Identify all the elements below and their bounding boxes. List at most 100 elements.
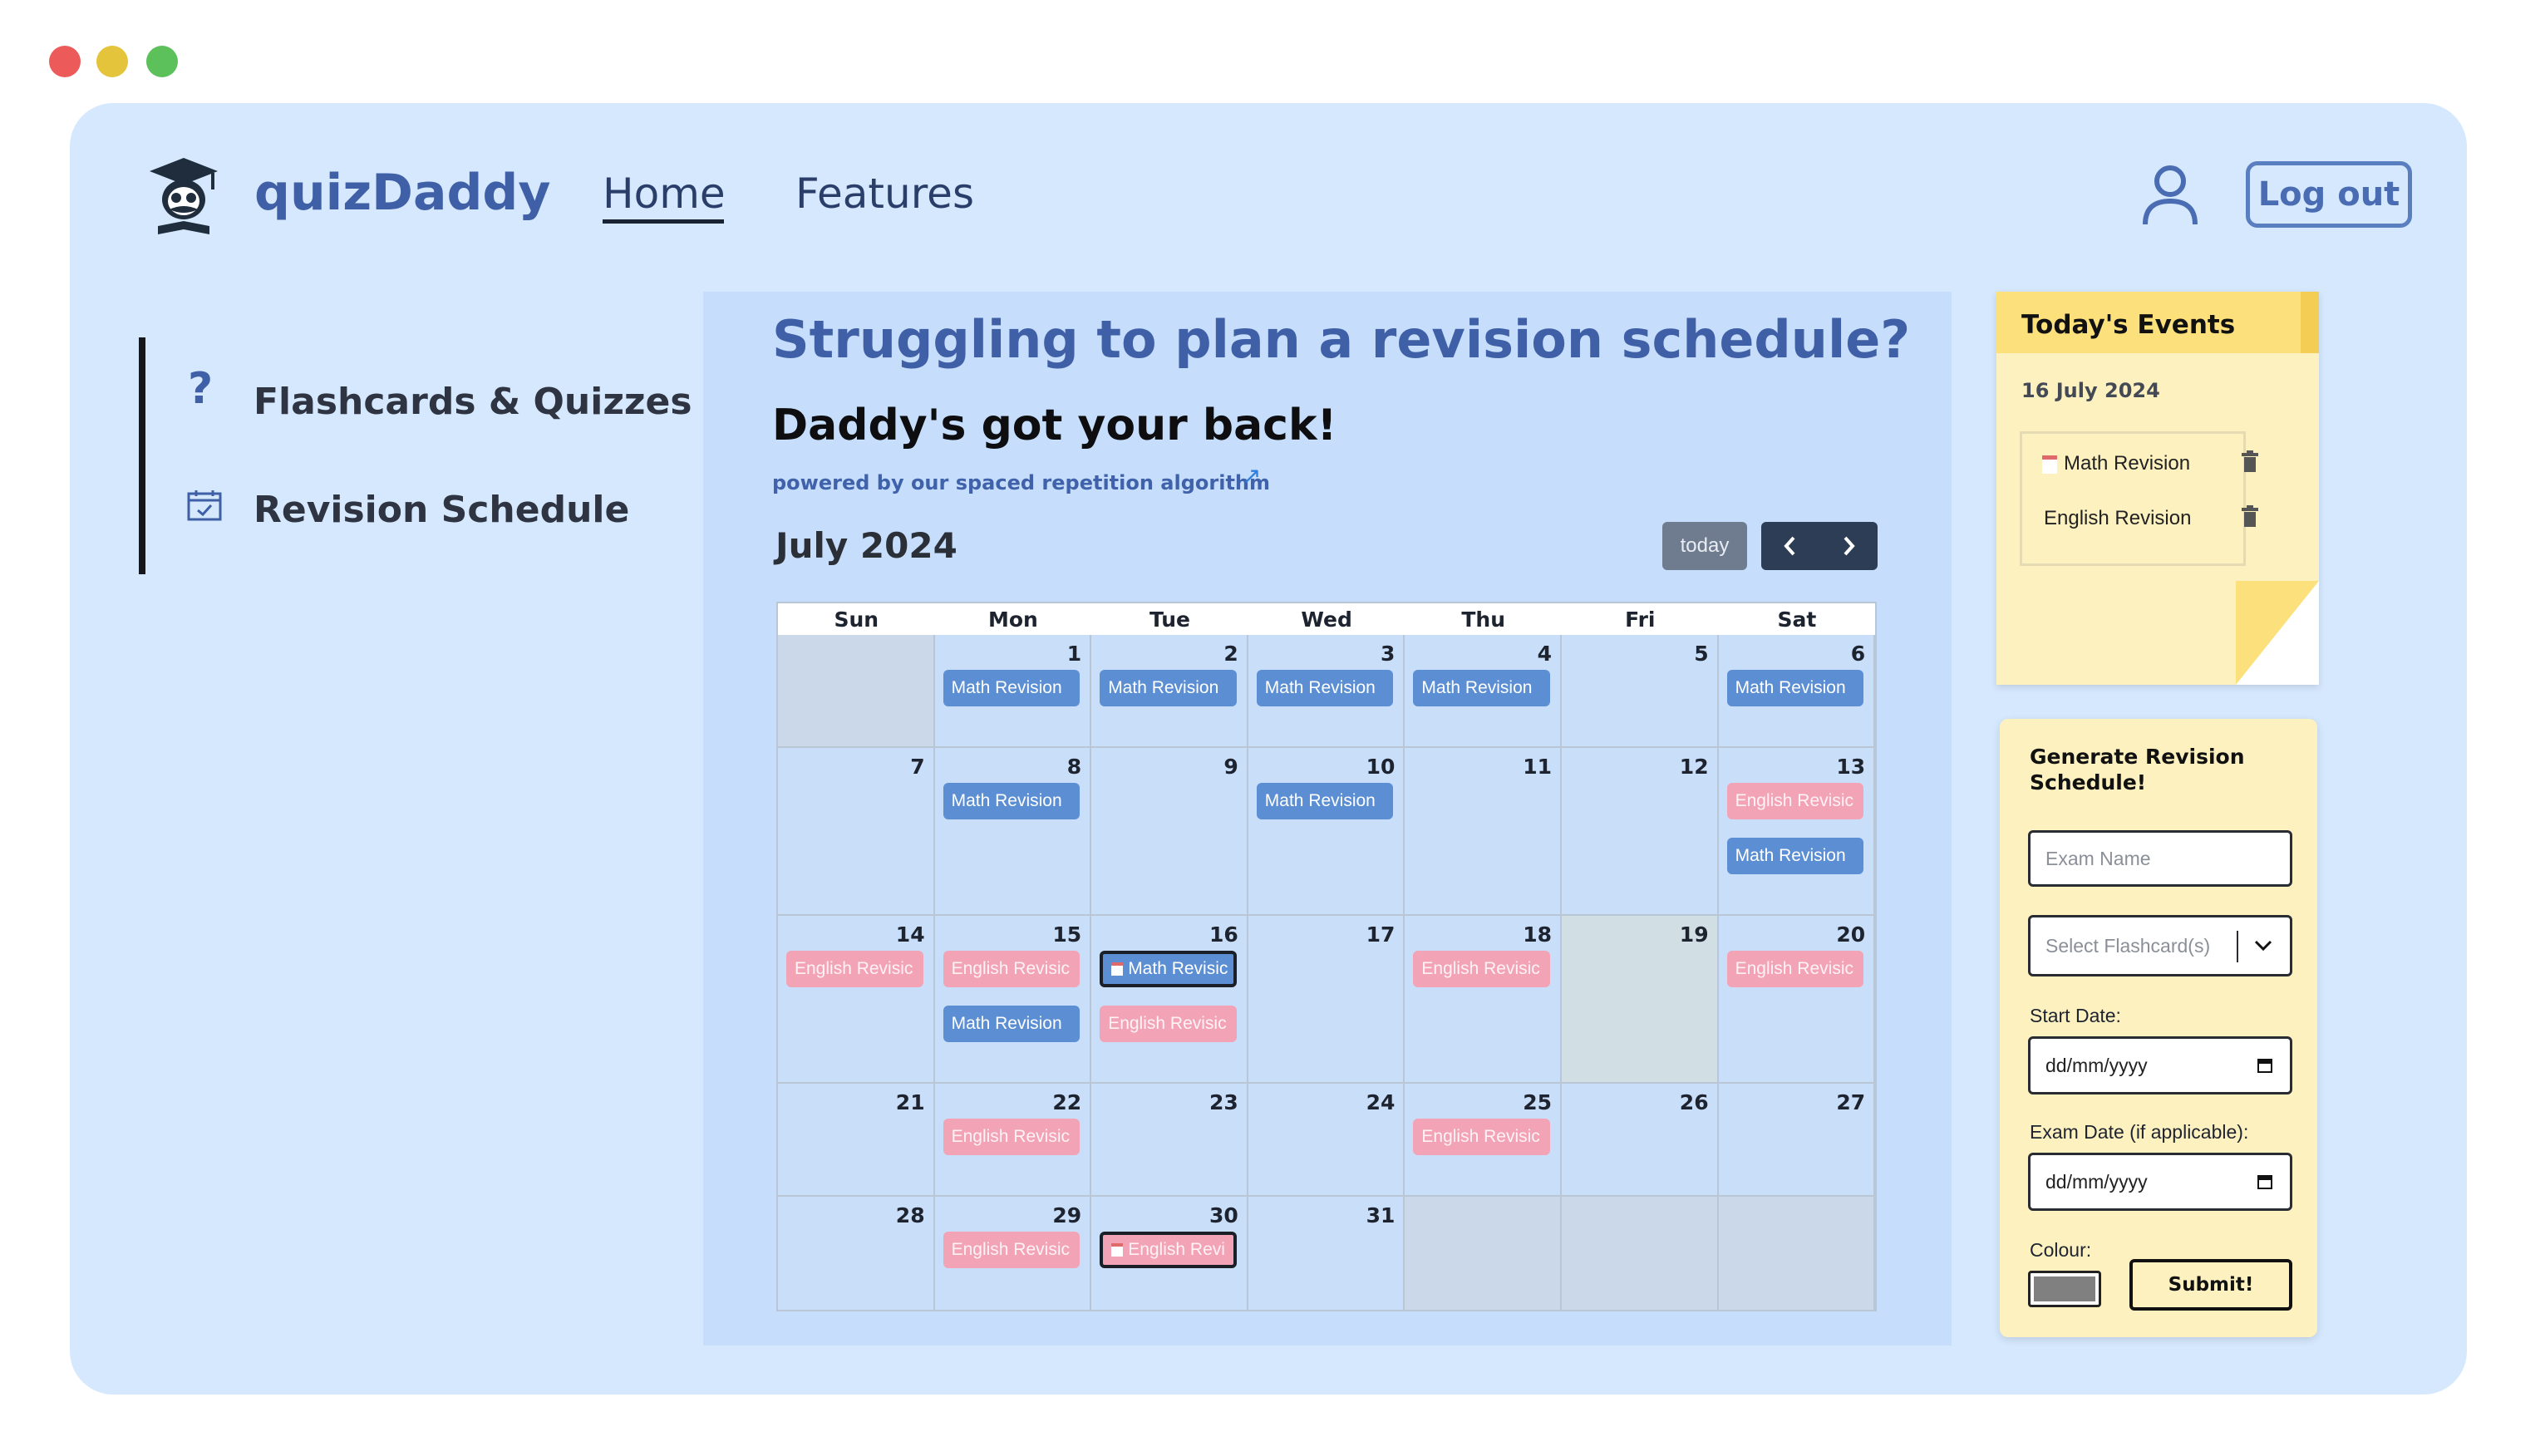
day-number[interactable]: 28 xyxy=(896,1203,925,1227)
today-event-item[interactable]: Math Revision xyxy=(2064,452,2190,475)
calendar-day-cell[interactable]: 31 xyxy=(1248,1197,1405,1311)
calendar-day-cell[interactable]: 15 English Revisic Math Revision xyxy=(934,916,1092,1084)
calendar-day-cell[interactable]: 12 xyxy=(1562,748,1719,916)
day-number[interactable]: 11 xyxy=(1523,755,1552,779)
day-number[interactable]: 26 xyxy=(1680,1090,1709,1114)
colour-picker[interactable] xyxy=(2028,1271,2101,1307)
day-number[interactable]: 24 xyxy=(1366,1090,1396,1114)
day-number[interactable]: 7 xyxy=(910,755,924,779)
nav-features[interactable]: Features xyxy=(795,170,974,218)
window-minimize-button[interactable] xyxy=(96,46,128,77)
calendar-day-cell[interactable]: 19 xyxy=(1562,916,1719,1084)
calendar-day-cell[interactable]: 9 xyxy=(1091,748,1248,916)
calendar-event[interactable]: English Revisic xyxy=(1726,783,1864,819)
trash-icon[interactable] xyxy=(2240,450,2260,474)
day-number[interactable]: 3 xyxy=(1381,642,1395,666)
today-button[interactable]: today xyxy=(1662,522,1747,570)
calendar-event[interactable]: English Revisic xyxy=(943,1119,1081,1155)
calendar-day-cell[interactable]: 18 English Revisic xyxy=(1405,916,1562,1084)
calendar-day-cell[interactable]: 16 Math Revisic English Revisic xyxy=(1091,916,1248,1084)
calendar-event[interactable]: English Revisic xyxy=(1100,1006,1237,1042)
calendar-day-cell[interactable]: 20 English Revisic xyxy=(1718,916,1876,1084)
calendar-day-cell[interactable]: 8 Math Revision xyxy=(934,748,1092,916)
start-date-input[interactable]: dd/mm/yyyy xyxy=(2028,1036,2292,1094)
exam-name-input[interactable]: Exam Name xyxy=(2028,830,2292,887)
day-number[interactable]: 5 xyxy=(1694,642,1708,666)
day-number[interactable]: 16 xyxy=(1209,922,1238,947)
calendar-event[interactable]: Math Revisic xyxy=(1100,951,1237,987)
day-number[interactable]: 8 xyxy=(1067,755,1081,779)
day-number[interactable]: 9 xyxy=(1223,755,1238,779)
calendar-event[interactable]: English Revisic xyxy=(1413,1119,1550,1155)
day-number[interactable]: 14 xyxy=(896,922,925,947)
prev-month-button[interactable] xyxy=(1761,522,1819,570)
calendar-event[interactable]: English Revisic xyxy=(1726,951,1864,987)
calendar-day-cell[interactable]: 7 xyxy=(778,748,935,916)
powered-by-link[interactable]: powered by our spaced repetition algorit… xyxy=(772,471,1270,494)
calendar-day-cell[interactable] xyxy=(1718,1197,1876,1311)
calendar-event[interactable]: Math Revision xyxy=(943,1006,1081,1042)
logout-button[interactable]: Log out xyxy=(2246,161,2412,228)
calendar-event[interactable]: English Revisic xyxy=(1413,951,1550,987)
day-number[interactable]: 1 xyxy=(1067,642,1081,666)
calendar-day-cell[interactable]: 28 xyxy=(778,1197,935,1311)
chevron-down-icon[interactable] xyxy=(2253,937,2273,954)
calendar-day-cell[interactable] xyxy=(1405,1197,1562,1311)
calendar-day-cell[interactable]: 30 English Revi xyxy=(1091,1197,1248,1311)
day-number[interactable]: 6 xyxy=(1851,642,1865,666)
calendar-day-cell[interactable]: 27 xyxy=(1718,1084,1876,1197)
sidebar-item-flashcards[interactable]: Flashcards & Quizzes xyxy=(254,381,692,423)
calendar-event[interactable]: English Revi xyxy=(1100,1232,1237,1268)
day-number[interactable]: 25 xyxy=(1523,1090,1552,1114)
calendar-event[interactable]: English Revisic xyxy=(786,951,923,987)
day-number[interactable]: 4 xyxy=(1538,642,1552,666)
calendar-day-cell[interactable]: 14 English Revisic xyxy=(778,916,935,1084)
calendar-day-cell[interactable]: 17 xyxy=(1248,916,1405,1084)
day-number[interactable]: 12 xyxy=(1680,755,1709,779)
day-number[interactable]: 17 xyxy=(1366,922,1396,947)
day-number[interactable]: 23 xyxy=(1209,1090,1238,1114)
calendar-event[interactable]: Math Revision xyxy=(1726,838,1864,874)
calendar-day-cell[interactable]: 22 English Revisic xyxy=(934,1084,1092,1197)
sidebar-item-revision-schedule[interactable]: Revision Schedule xyxy=(254,489,629,531)
calendar-event[interactable]: Math Revision xyxy=(943,783,1081,819)
trash-icon[interactable] xyxy=(2240,505,2260,529)
calendar-picker-icon[interactable] xyxy=(2257,1057,2273,1074)
day-number[interactable]: 31 xyxy=(1366,1203,1396,1227)
external-link-icon[interactable]: ↗ xyxy=(1242,462,1261,489)
calendar-day-cell[interactable]: 5 xyxy=(1562,635,1719,748)
calendar-event[interactable]: Math Revision xyxy=(1256,783,1394,819)
next-month-button[interactable] xyxy=(1819,522,1878,570)
exam-date-input[interactable]: dd/mm/yyyy xyxy=(2028,1153,2292,1211)
day-number[interactable]: 30 xyxy=(1209,1203,1238,1227)
day-number[interactable]: 2 xyxy=(1223,642,1238,666)
day-number[interactable]: 10 xyxy=(1366,755,1396,779)
brand-name[interactable]: quizDaddy xyxy=(254,164,550,222)
calendar-day-cell[interactable]: 4 Math Revision xyxy=(1405,635,1562,748)
calendar-day-cell[interactable] xyxy=(778,635,935,748)
calendar-day-cell[interactable]: 10 Math Revision xyxy=(1248,748,1405,916)
nav-home[interactable]: Home xyxy=(603,170,726,218)
day-number[interactable]: 20 xyxy=(1836,922,1865,947)
today-event-item[interactable]: English Revision xyxy=(2044,507,2191,530)
calendar-event[interactable]: Math Revision xyxy=(943,670,1081,706)
day-number[interactable]: 27 xyxy=(1836,1090,1865,1114)
day-number[interactable]: 15 xyxy=(1052,922,1081,947)
day-number[interactable]: 13 xyxy=(1836,755,1865,779)
day-number[interactable]: 18 xyxy=(1523,922,1552,947)
calendar-picker-icon[interactable] xyxy=(2257,1173,2273,1190)
calendar-event[interactable]: English Revisic xyxy=(943,1232,1081,1268)
calendar-event[interactable]: Math Revision xyxy=(1256,670,1394,706)
submit-button[interactable]: Submit! xyxy=(2129,1259,2292,1311)
calendar-day-cell[interactable]: 26 xyxy=(1562,1084,1719,1197)
calendar-event[interactable]: Math Revision xyxy=(1413,670,1550,706)
day-number[interactable]: 19 xyxy=(1680,922,1709,947)
window-close-button[interactable] xyxy=(49,46,81,77)
calendar-day-cell[interactable]: 2 Math Revision xyxy=(1091,635,1248,748)
calendar-day-cell[interactable]: 24 xyxy=(1248,1084,1405,1197)
calendar-day-cell[interactable]: 3 Math Revision xyxy=(1248,635,1405,748)
calendar-day-cell[interactable]: 23 xyxy=(1091,1084,1248,1197)
window-maximize-button[interactable] xyxy=(146,46,178,77)
calendar-day-cell[interactable]: 1 Math Revision xyxy=(934,635,1092,748)
day-number[interactable]: 29 xyxy=(1052,1203,1081,1227)
